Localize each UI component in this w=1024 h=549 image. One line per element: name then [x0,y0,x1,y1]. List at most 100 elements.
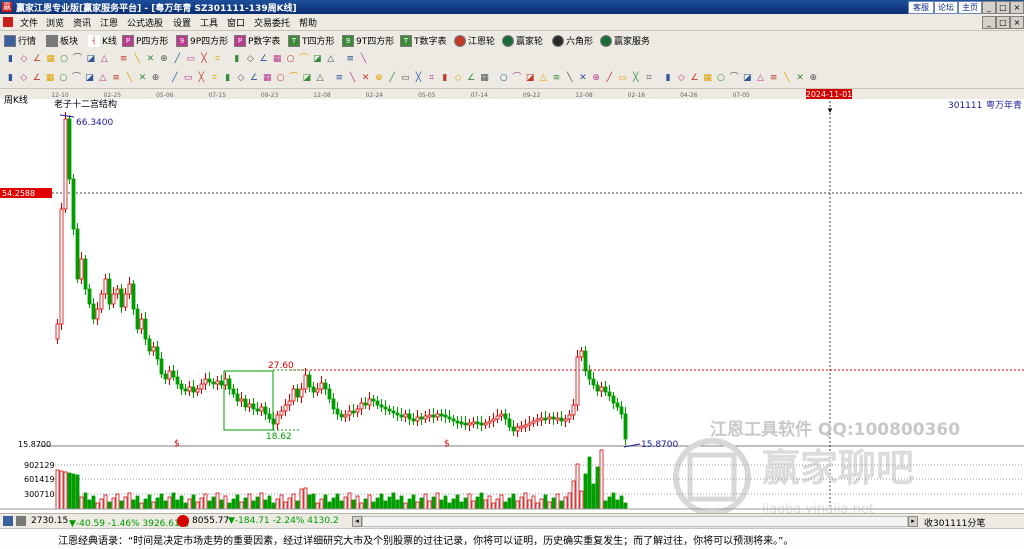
tb3-tool-52-icon[interactable]: ▦ [701,72,714,85]
tb2-tool-22-icon[interactable]: ⌒ [297,53,310,66]
kline-chart[interactable]: 12-10 02-25 05-06 07-15 09-23 12-08 02-24 05-05… [0,89,1024,513]
tb3-tool-18-icon[interactable]: ◇ [234,72,247,85]
tb3-tool-16-icon[interactable]: ⌗ [208,72,221,85]
scroll-left-icon[interactable]: ◂ [352,516,362,527]
tb3-tool-60-icon[interactable]: ⊕ [807,72,820,85]
tb3-tool-37-icon[interactable]: ○ [497,72,510,85]
tb2-tool-13-icon[interactable]: ╱ [171,53,184,66]
tb2-tool-6-icon[interactable]: ⌒ [71,53,84,66]
toolbar-sector-button[interactable]: 板块 [46,33,78,48]
tb2-tool-15-icon[interactable]: ╳ [198,53,211,66]
tb3-tool-46-icon[interactable]: ▭ [616,72,629,85]
tb3-tool-51-icon[interactable]: ∠ [688,72,701,85]
tb3-tool-30-icon[interactable]: ▭ [399,72,412,85]
toolbar-winner-wheel-button[interactable]: 赢家轮 [502,33,543,48]
tb3-tool-48-icon[interactable]: ⌗ [642,72,655,85]
tb2-tool-20-icon[interactable]: ▦ [271,53,284,66]
tb3-tool-54-icon[interactable]: ⌒ [728,72,741,85]
toolbar-quote-button[interactable]: 行情 [4,33,36,48]
tb3-tool-49-icon[interactable]: ▮ [662,72,675,85]
forum-link[interactable]: 论坛 [934,1,958,14]
tb3-tool-35-icon[interactable]: ∠ [465,72,478,85]
minimize-icon[interactable]: _ [982,1,996,14]
tb3-tool-26-icon[interactable]: ╲ [346,72,359,85]
tb2-tool-25-icon[interactable]: ≡ [344,53,357,66]
menu-help[interactable]: 帮助 [299,16,317,29]
tb3-tool-2-icon[interactable]: ◇ [17,72,30,85]
tb3-tool-57-icon[interactable]: ≡ [767,72,780,85]
tb3-tool-9-icon[interactable]: ≡ [110,72,123,85]
tb3-tool-56-icon[interactable]: △ [754,72,767,85]
tb3-tool-29-icon[interactable]: ╱ [386,72,399,85]
tb3-tool-28-icon[interactable]: ⊕ [372,72,385,85]
menu-settings[interactable]: 设置 [173,16,191,29]
tb3-tool-38-icon[interactable]: ⌒ [510,72,523,85]
toolbar-t-square-button[interactable]: T T四方形 [288,33,335,48]
child-minimize-icon[interactable]: _ [982,16,996,29]
toolbar-p-square-button[interactable]: P P四方形 [122,33,168,48]
child-close-icon[interactable]: × [1010,16,1024,29]
homepage-link[interactable]: 主页 [958,1,982,14]
tb3-tool-15-icon[interactable]: ╳ [195,72,208,85]
tb3-tool-7-icon[interactable]: ◪ [83,72,96,85]
chart-scrollbar[interactable] [362,516,908,527]
tb2-tool-5-icon[interactable]: ○ [58,53,71,66]
tb3-tool-25-icon[interactable]: ≡ [333,72,346,85]
tb2-tool-9-icon[interactable]: ≡ [117,53,130,66]
tb2-tool-3-icon[interactable]: ∠ [31,53,44,66]
toolbar-hexagon-button[interactable]: 六角形 [552,33,593,48]
tb3-tool-23-icon[interactable]: ◪ [300,72,313,85]
tb3-tool-36-icon[interactable]: ▦ [478,72,491,85]
tb2-tool-8-icon[interactable]: △ [98,53,111,66]
tb3-tool-17-icon[interactable]: ▮ [221,72,234,85]
tb2-tool-2-icon[interactable]: ◇ [17,53,30,66]
scroll-right-icon[interactable]: ▸ [908,516,918,527]
tb3-tool-39-icon[interactable]: ◪ [524,72,537,85]
tb3-tool-8-icon[interactable]: △ [96,72,109,85]
tb3-tool-20-icon[interactable]: ▦ [261,72,274,85]
menu-window[interactable]: 窗口 [227,16,245,29]
tb3-tool-10-icon[interactable]: ╲ [123,72,136,85]
close-icon[interactable]: × [1010,1,1024,14]
tb3-tool-31-icon[interactable]: ╳ [412,72,425,85]
menu-formula[interactable]: 公式选股 [127,16,163,29]
tb2-tool-7-icon[interactable]: ◪ [84,53,97,66]
tb3-tool-40-icon[interactable]: △ [537,72,550,85]
maximize-icon[interactable]: □ [996,1,1010,14]
tb3-tool-42-icon[interactable]: ╲ [563,72,576,85]
customer-service-link[interactable]: 客服 [908,1,934,14]
tb3-tool-58-icon[interactable]: ╲ [780,72,793,85]
tb3-tool-3-icon[interactable]: ∠ [30,72,43,85]
tb3-tool-14-icon[interactable]: ▭ [182,72,195,85]
tb3-tool-33-icon[interactable]: ▮ [438,72,451,85]
menu-news[interactable]: 资讯 [73,16,91,29]
tb2-tool-10-icon[interactable]: ╲ [131,53,144,66]
tb2-tool-16-icon[interactable]: ⌗ [211,53,224,66]
tb3-tool-5-icon[interactable]: ○ [57,72,70,85]
toolbar-gann-wheel-button[interactable]: 江恩轮 [454,33,495,48]
tb3-tool-55-icon[interactable]: ◪ [741,72,754,85]
tb3-tool-1-icon[interactable]: ▮ [4,72,17,85]
toolbar-9p-square-button[interactable]: 9 9P四方形 [176,33,228,48]
tb2-tool-11-icon[interactable]: ✕ [144,53,157,66]
toolbar-winner-service-button[interactable]: 赢家服务 [600,33,650,48]
tb2-tool-26-icon[interactable]: ╲ [357,53,370,66]
tb3-tool-32-icon[interactable]: ⌗ [425,72,438,85]
child-restore-icon[interactable]: □ [996,16,1010,29]
menu-browse[interactable]: 浏览 [46,16,64,29]
tb3-tool-22-icon[interactable]: ⌒ [287,72,300,85]
tb2-tool-12-icon[interactable]: ⊕ [157,53,170,66]
tb3-tool-41-icon[interactable]: ≡ [550,72,563,85]
tb3-tool-45-icon[interactable]: ╱ [603,72,616,85]
toolbar-kline-button[interactable]: ┤ K线 [88,33,117,48]
tb2-tool-24-icon[interactable]: △ [324,53,337,66]
tb3-tool-4-icon[interactable]: ▦ [44,72,57,85]
tb3-tool-50-icon[interactable]: ◇ [675,72,688,85]
tb2-tool-1-icon[interactable]: ▮ [4,53,17,66]
tb2-tool-23-icon[interactable]: ◪ [311,53,324,66]
menu-tools[interactable]: 工具 [200,16,218,29]
tb2-tool-17-icon[interactable]: ▮ [230,53,243,66]
tb3-tool-34-icon[interactable]: ◇ [452,72,465,85]
toolbar-t-number-table-button[interactable]: T T数字表 [400,33,447,48]
toolbar-9t-square-button[interactable]: 9 9T四方形 [342,33,394,48]
